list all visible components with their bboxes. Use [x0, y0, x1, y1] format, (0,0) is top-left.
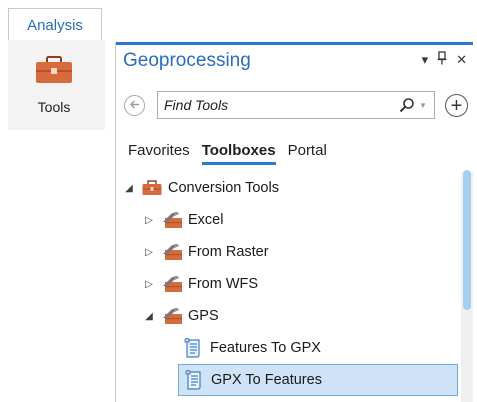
tree-item-label: From WFS: [188, 276, 259, 292]
close-icon[interactable]: ✕: [456, 52, 467, 68]
pane-accent-line: [116, 42, 473, 45]
tab-analysis-label: Analysis: [27, 16, 83, 34]
script-tool-icon: [184, 338, 206, 358]
collapsed-triangle-icon[interactable]: ▷: [142, 215, 156, 226]
tree-item-label: From Raster: [188, 244, 269, 260]
expanded-triangle-icon[interactable]: ◢: [142, 311, 156, 322]
toolbox-icon: [35, 56, 73, 89]
chevron-down-icon[interactable]: ▼: [416, 101, 430, 110]
back-button[interactable]: [124, 95, 145, 116]
toolset-icon: [162, 274, 184, 294]
pane-menu-icon[interactable]: ▾: [422, 52, 429, 68]
collapsed-triangle-icon[interactable]: ▷: [142, 247, 156, 258]
tab-favorites[interactable]: Favorites: [128, 142, 190, 165]
toolset-icon: [162, 210, 184, 230]
tree-item-label: GPS: [188, 308, 219, 324]
toolset-icon: [162, 242, 184, 262]
collapsed-triangle-icon[interactable]: ▷: [142, 279, 156, 290]
tree-item-conversion-tools[interactable]: ◢ Conversion Tools: [122, 172, 279, 204]
tree-item-gpx-to-features[interactable]: GPX To Features: [178, 364, 458, 396]
tree-scrollbar-thumb[interactable]: [463, 170, 471, 310]
tree-item-from-wfs[interactable]: ▷ From WFS: [142, 268, 258, 300]
pane-tabs: Favorites Toolboxes Portal: [128, 142, 327, 165]
tree-item-label: Features To GPX: [210, 340, 321, 356]
tab-analysis[interactable]: Analysis: [8, 8, 102, 41]
script-tool-icon: [185, 370, 207, 390]
plus-icon: +: [450, 94, 463, 117]
add-button[interactable]: +: [445, 94, 468, 117]
pin-icon[interactable]: [437, 51, 447, 69]
arrow-left-icon: [129, 98, 140, 113]
tree-item-features-to-gpx[interactable]: Features To GPX: [184, 332, 321, 364]
tree-item-label: GPX To Features: [211, 372, 322, 388]
tree-item-gps[interactable]: ◢ GPS: [142, 300, 219, 332]
search-box: ▼: [157, 91, 435, 119]
tab-toolboxes[interactable]: Toolboxes: [201, 142, 276, 165]
search-input[interactable]: [158, 93, 398, 117]
toolbox-icon: [142, 178, 164, 198]
tree-item-excel[interactable]: ▷ Excel: [142, 204, 223, 236]
tree-item-label: Excel: [188, 212, 224, 228]
tree-item-from-raster[interactable]: ▷ From Raster: [142, 236, 269, 268]
toolset-icon: [162, 306, 184, 326]
pane-title: Geoprocessing: [123, 50, 251, 71]
tools-button[interactable]: Tools: [14, 44, 94, 124]
tab-portal[interactable]: Portal: [288, 142, 327, 165]
tree-item-label: Conversion Tools: [168, 180, 279, 196]
tools-label: Tools: [37, 99, 71, 115]
search-icon[interactable]: [398, 96, 416, 114]
pane-controls: ▾ ✕: [422, 51, 467, 69]
expanded-triangle-icon[interactable]: ◢: [122, 183, 136, 194]
geoprocessing-pane: Geoprocessing ▾ ✕ ▼ +: [115, 42, 473, 402]
